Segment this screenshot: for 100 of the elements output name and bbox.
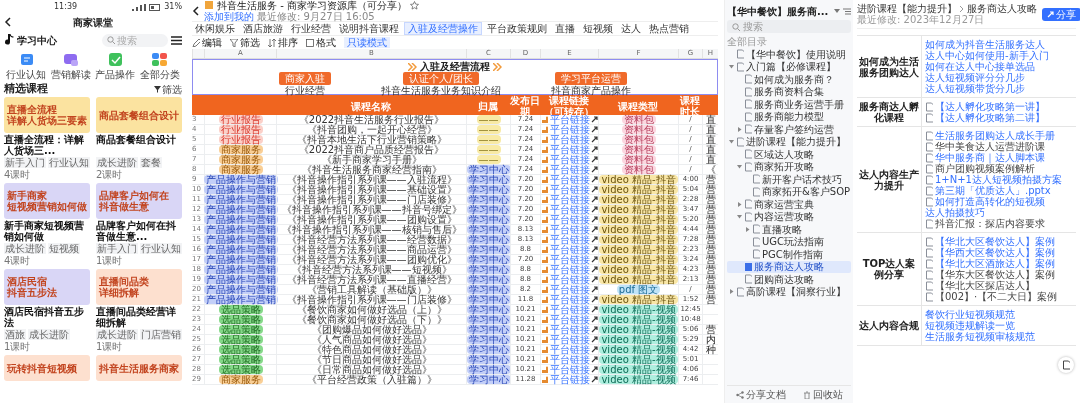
- sheet-tab[interactable]: 说明抖音课程: [336, 23, 402, 34]
- course-link[interactable]: 平台链接: [549, 265, 590, 274]
- course-link[interactable]: 平台链接: [549, 345, 590, 354]
- tree-item[interactable]: 区域达人攻略: [727, 148, 851, 161]
- course-title[interactable]: 酒店民宿抖音五步法: [4, 306, 90, 328]
- course-link[interactable]: 平台链接: [549, 235, 590, 244]
- course-banner[interactable]: 抖音生活服务商家: [96, 355, 182, 381]
- sheet-tab[interactable]: 酒店旅游: [240, 23, 286, 34]
- filter-button[interactable]: 筛选: [154, 84, 182, 95]
- document-link[interactable]: 【华东大区餐饮达人】案例: [935, 269, 1055, 280]
- sheet-tab[interactable]: 入驻及经营操作: [404, 22, 482, 35]
- course-title[interactable]: 商品套餐组合设计: [96, 134, 182, 156]
- course-link[interactable]: 平台链接: [549, 205, 590, 214]
- share-button[interactable]: 分享: [1042, 7, 1080, 21]
- tree-item[interactable]: 服务商能力模型: [727, 110, 851, 123]
- knowledge-base-title[interactable]: 【华中餐饮】服务商...: [727, 5, 829, 17]
- course-link[interactable]: 平台链接: [549, 115, 590, 124]
- course-banner[interactable]: 酒店民宿 抖音五步法: [4, 269, 90, 305]
- tree-item[interactable]: 【华中餐饮】使用说明: [727, 48, 851, 61]
- link[interactable]: 达人短视频带货分几步: [925, 83, 1025, 94]
- star-icon[interactable]: [409, 0, 419, 10]
- tree-item[interactable]: 商家拓开攻略: [727, 160, 851, 173]
- link[interactable]: 第三期「优质达人」.pptx: [935, 185, 1051, 196]
- sheet-tab[interactable]: 短视频: [580, 23, 616, 34]
- course-banner[interactable]: 商品套餐组合设计: [96, 97, 182, 133]
- footer-button[interactable]: 回收站: [802, 389, 843, 400]
- link[interactable]: 短视频违规解读一览: [925, 320, 1015, 331]
- link[interactable]: 【达人孵化攻略第一讲】: [935, 101, 1045, 112]
- footer-button[interactable]: 分享文档: [735, 389, 786, 400]
- category-button[interactable]: 营销解读: [50, 52, 91, 80]
- course-link[interactable]: 平台链接: [549, 275, 590, 284]
- tree-item[interactable]: 如何成为服务商？: [727, 73, 851, 86]
- course-link[interactable]: 平台链接: [549, 165, 590, 174]
- course-link[interactable]: 平台链接: [549, 295, 590, 304]
- course-banner[interactable]: 玩转抖音短视频: [4, 355, 90, 381]
- course-link[interactable]: 平台链接: [549, 305, 590, 314]
- document-link[interactable]: 【002】·【不二大日】案例: [935, 291, 1058, 302]
- category-button[interactable]: 行业认知: [6, 52, 47, 80]
- link[interactable]: 如何在达人中心接单选品: [925, 61, 1035, 72]
- link[interactable]: 1+N+1达人短视频拍摄方案: [935, 174, 1062, 185]
- floating-button[interactable]: [1058, 357, 1074, 373]
- course-link[interactable]: 平台链接: [549, 325, 590, 334]
- course-link[interactable]: 平台链接: [549, 255, 590, 264]
- course-link[interactable]: 平台链接: [549, 125, 590, 134]
- tree-item[interactable]: 高阶课程【洞察行业】: [727, 285, 851, 298]
- course-link[interactable]: 平台链接: [549, 285, 590, 294]
- tree-item[interactable]: 商家拓开&客户SOP: [727, 185, 851, 198]
- category-button[interactable]: 全部分类: [139, 52, 180, 80]
- mode-chip[interactable]: 只读模式: [344, 37, 390, 48]
- tree-item[interactable]: UGC玩法指南: [727, 235, 851, 248]
- course-title[interactable]: 直播全流程：详解人货场三...: [4, 134, 90, 156]
- document-link[interactable]: 抖音汇报：探店内容要求: [935, 218, 1045, 229]
- breadcrumb-link[interactable]: 进阶课程【能力提升】: [857, 3, 957, 14]
- search-field[interactable]: 搜索: [102, 33, 168, 47]
- toolbar-button[interactable]: 编辑: [192, 37, 222, 48]
- toolbar-button[interactable]: 排序: [268, 37, 298, 48]
- course-link[interactable]: 平台链接: [549, 375, 590, 384]
- course-title[interactable]: 新手商家短视频营销如何做: [4, 220, 90, 242]
- back-icon[interactable]: [192, 5, 200, 16]
- course-link[interactable]: 平台链接: [549, 225, 590, 234]
- link[interactable]: 如何成为抖音生活服务达人: [925, 39, 1045, 50]
- course-link[interactable]: 平台链接: [549, 215, 590, 224]
- course-link[interactable]: 平台链接: [549, 315, 590, 324]
- course-title[interactable]: 品牌客户如何在抖音做生意...: [96, 220, 182, 242]
- course-link[interactable]: 平台链接: [549, 175, 590, 184]
- sheet-tab[interactable]: 休闲娱乐: [192, 23, 238, 34]
- course-link[interactable]: 平台链接: [549, 245, 590, 254]
- breadcrumb-link[interactable]: 服务商达人攻略: [967, 3, 1037, 14]
- tree-item[interactable]: 新开客户话术技巧: [727, 173, 851, 186]
- tree-item[interactable]: 进阶课程【能力提升】: [727, 135, 851, 148]
- course-link[interactable]: 平台链接: [549, 335, 590, 344]
- add-link[interactable]: 添加到我的: [204, 10, 254, 22]
- sheet-tab[interactable]: 直播: [552, 23, 578, 34]
- tree-item[interactable]: 直播攻略: [727, 223, 851, 236]
- category-button[interactable]: 产品操作: [95, 52, 136, 80]
- link[interactable]: 华中服务商｜达人脚本课: [935, 152, 1045, 163]
- back-icon[interactable]: [4, 17, 12, 27]
- course-link[interactable]: 平台链接: [549, 135, 590, 144]
- link[interactable]: 达人中心如何使用-新手入门: [925, 50, 1049, 61]
- tree-item[interactable]: 存量客户签约运营: [727, 123, 851, 136]
- tree-item[interactable]: 服务商业务运营手册: [727, 98, 851, 111]
- link[interactable]: 达人拍摄技巧: [925, 207, 985, 218]
- link[interactable]: 【华北大区酒旅达人】案例: [935, 258, 1055, 269]
- course-banner[interactable]: 品牌客户如何在 抖音做生意: [96, 183, 182, 219]
- course-link[interactable]: 平台链接: [549, 195, 590, 204]
- course-link[interactable]: 平台链接: [549, 145, 590, 154]
- course-banner[interactable]: 新手商家 短视频营销如何做: [4, 183, 90, 219]
- tree-item[interactable]: PGC制作指南: [727, 248, 851, 261]
- course-banner[interactable]: 直播全流程 详解人货场三要素: [4, 97, 90, 133]
- tree-item[interactable]: 服务商资料合集: [727, 85, 851, 98]
- course-link[interactable]: 平台链接: [549, 355, 590, 364]
- document-link[interactable]: 商户团购视频案例解析: [935, 163, 1035, 174]
- tree-item[interactable]: 入门篇【必修课程】: [727, 60, 851, 73]
- toolbar-button[interactable]: 格式: [306, 37, 336, 48]
- link[interactable]: 如何打造高转化的短视频: [935, 196, 1045, 207]
- course-link[interactable]: 平台链接: [549, 155, 590, 164]
- menu-icon[interactable]: [171, 35, 182, 45]
- course-link[interactable]: 平台链接: [549, 185, 590, 194]
- caret-icon[interactable]: [834, 9, 840, 13]
- tree-item[interactable]: 服务商达人攻略: [727, 260, 851, 273]
